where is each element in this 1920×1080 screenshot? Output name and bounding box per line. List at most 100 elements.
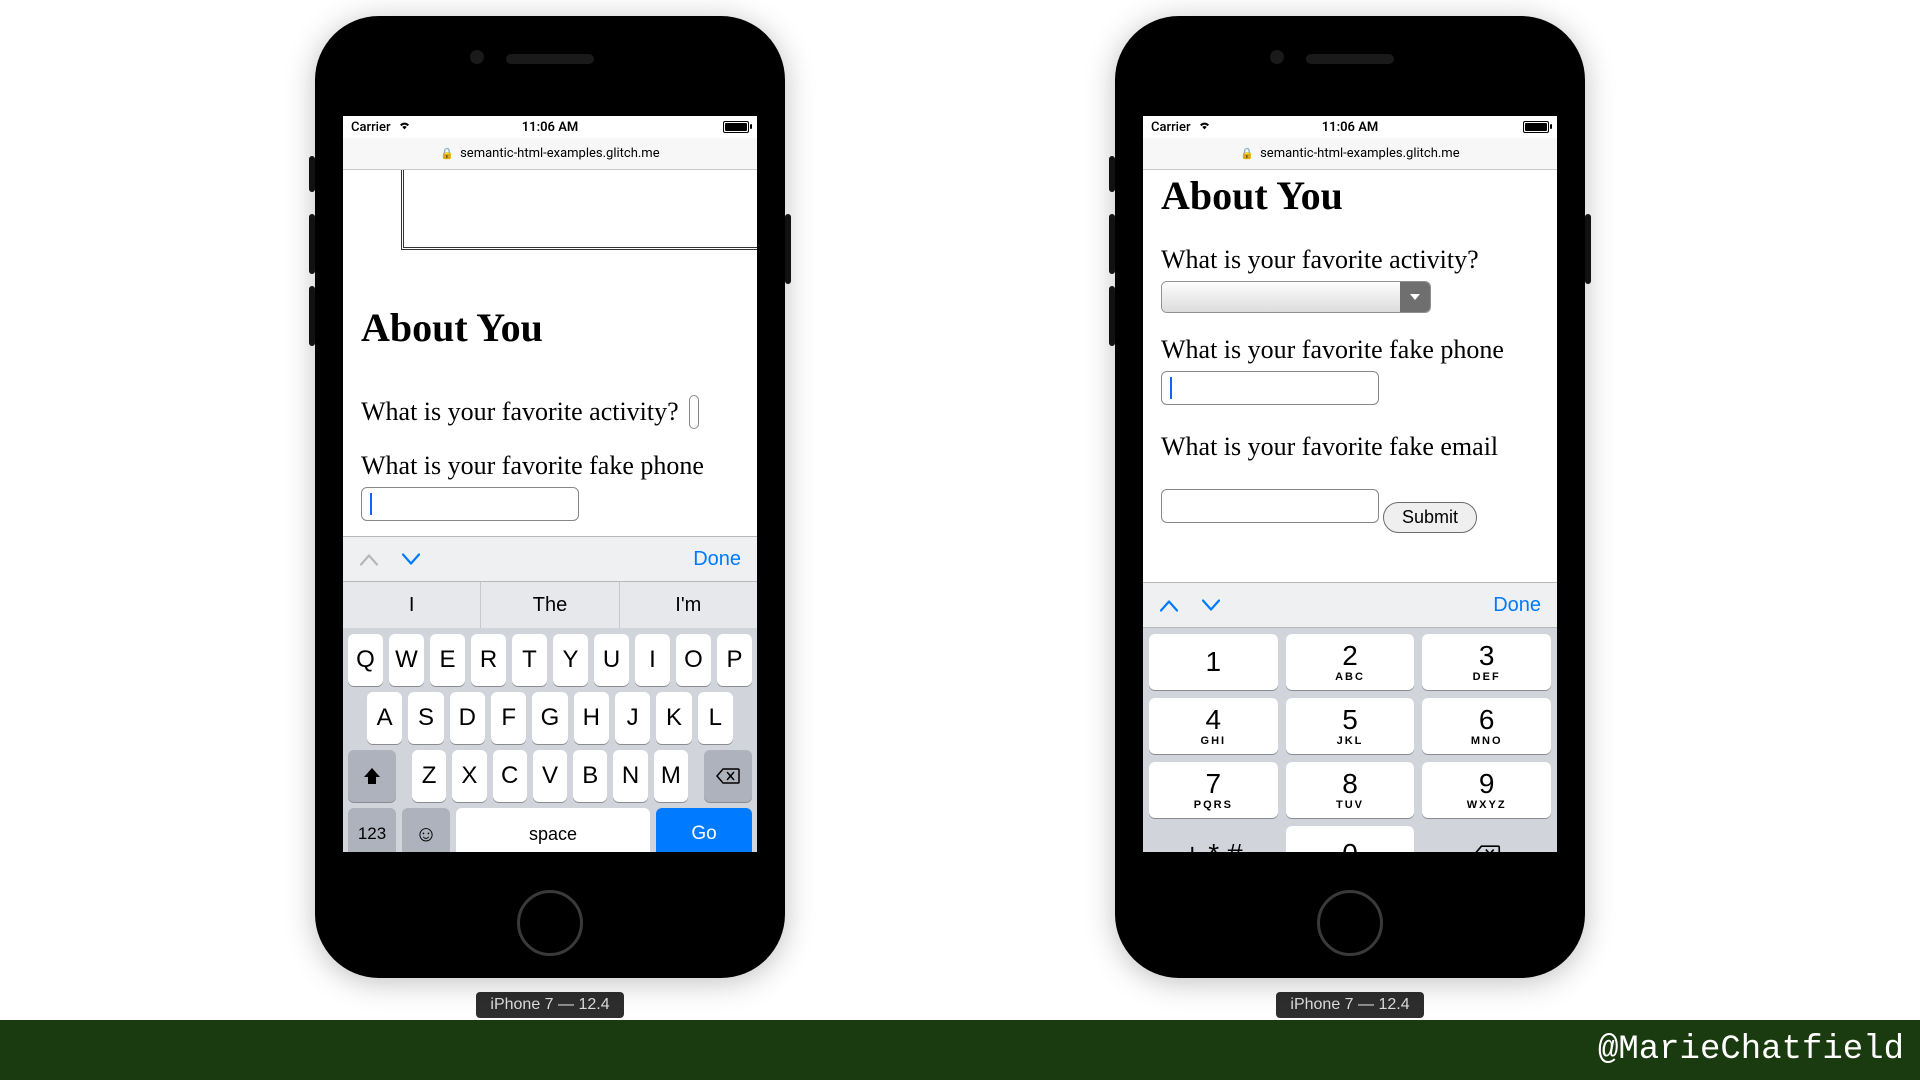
key-q[interactable]: Q	[348, 634, 383, 686]
key-o[interactable]: O	[676, 634, 711, 686]
key-7[interactable]: 7PQRS	[1149, 762, 1278, 818]
key-9[interactable]: 9WXYZ	[1422, 762, 1551, 818]
key-h[interactable]: H	[574, 692, 609, 744]
url-bar[interactable]: 🔒 semantic-html-examples.glitch.me	[343, 138, 757, 170]
phone-label: What is your favorite fake phone	[1161, 335, 1504, 365]
clock-label: 11:06 AM	[343, 120, 757, 135]
key-m[interactable]: M	[654, 750, 688, 802]
activity-label: What is your favorite activity?	[361, 397, 679, 427]
keyboard-accessory: Done	[343, 536, 757, 582]
phone-right: Carrier 11:06 AM 🔒 semantic-html-example…	[1115, 16, 1585, 1018]
email-label: What is your favorite fake email	[1161, 432, 1498, 462]
next-field-button[interactable]	[401, 549, 421, 569]
home-button[interactable]	[1317, 890, 1383, 956]
speaker	[1306, 54, 1394, 64]
numbers-key[interactable]: 123	[348, 808, 396, 852]
key-8[interactable]: 8TUV	[1286, 762, 1415, 818]
key-1[interactable]: 1	[1149, 634, 1278, 690]
qwerty-keyboard: I The I'm QWERTYUIOP ASDFGHJKL ZXCVBNM	[343, 582, 757, 852]
go-key[interactable]: Go	[656, 808, 752, 852]
volume-up-button[interactable]	[309, 214, 315, 274]
mute-switch[interactable]	[309, 156, 315, 192]
key-4[interactable]: 4GHI	[1149, 698, 1278, 754]
activity-input-clipped[interactable]	[689, 395, 699, 429]
key-v[interactable]: V	[533, 750, 567, 802]
key-e[interactable]: E	[430, 634, 465, 686]
key-x[interactable]: X	[452, 750, 486, 802]
prev-field-button[interactable]	[1159, 595, 1179, 615]
key-f[interactable]: F	[491, 692, 526, 744]
number-keyboard: 12ABC3DEF 4GHI5JKL6MNO 7PQRS8TUV9WXYZ + …	[1143, 628, 1557, 852]
backspace-key[interactable]	[704, 750, 752, 802]
device-label: iPhone 7 — 12.4	[476, 992, 623, 1018]
page-heading: About You	[1161, 172, 1539, 219]
url-text: semantic-html-examples.glitch.me	[1260, 146, 1460, 161]
key-2[interactable]: 2ABC	[1286, 634, 1415, 690]
url-bar[interactable]: 🔒 semantic-html-examples.glitch.me	[1143, 138, 1557, 170]
key-j[interactable]: J	[615, 692, 650, 744]
key-3[interactable]: 3DEF	[1422, 634, 1551, 690]
phone-left: Carrier 11:06 AM 🔒 semantic-html-example…	[315, 16, 785, 1018]
mute-switch[interactable]	[1109, 156, 1115, 192]
key-k[interactable]: K	[656, 692, 691, 744]
key-g[interactable]: G	[532, 692, 567, 744]
chevron-down-icon	[1400, 282, 1430, 312]
key-c[interactable]: C	[493, 750, 527, 802]
key-p[interactable]: P	[717, 634, 752, 686]
phone-label: What is your favorite fake phone	[361, 451, 704, 481]
suggestion-3[interactable]: I'm	[620, 582, 757, 628]
footer-handle: @MarieChatfield	[1598, 1031, 1904, 1069]
textarea-clipped[interactable]	[401, 170, 757, 250]
status-bar: Carrier 11:06 AM	[343, 116, 757, 138]
device-label: iPhone 7 — 12.4	[1276, 992, 1423, 1018]
key-i[interactable]: I	[635, 634, 670, 686]
lock-icon: 🔒	[440, 147, 454, 160]
email-input[interactable]	[1161, 489, 1379, 523]
status-bar: Carrier 11:06 AM	[1143, 116, 1557, 138]
page-heading: About You	[361, 304, 739, 351]
next-field-button[interactable]	[1201, 595, 1221, 615]
key-5[interactable]: 5JKL	[1286, 698, 1415, 754]
lock-icon: 🔒	[1240, 147, 1254, 160]
space-key[interactable]: space	[456, 808, 650, 852]
volume-down-button[interactable]	[1109, 286, 1115, 346]
key-b[interactable]: B	[573, 750, 607, 802]
key-w[interactable]: W	[389, 634, 424, 686]
volume-down-button[interactable]	[309, 286, 315, 346]
submit-button[interactable]: Submit	[1383, 502, 1477, 533]
suggestion-2[interactable]: The	[481, 582, 619, 628]
phone-input[interactable]	[1161, 371, 1379, 405]
key-u[interactable]: U	[594, 634, 629, 686]
key-z[interactable]: Z	[412, 750, 446, 802]
prev-field-button[interactable]	[359, 549, 379, 569]
battery-icon	[723, 121, 749, 133]
key-n[interactable]: N	[613, 750, 647, 802]
volume-up-button[interactable]	[1109, 214, 1115, 274]
symbols-key[interactable]: + * #	[1149, 826, 1278, 852]
key-l[interactable]: L	[698, 692, 733, 744]
clock-label: 11:06 AM	[1143, 120, 1557, 135]
key-r[interactable]: R	[471, 634, 506, 686]
key-a[interactable]: A	[367, 692, 402, 744]
key-6[interactable]: 6MNO	[1422, 698, 1551, 754]
activity-label: What is your favorite activity?	[1161, 245, 1479, 275]
home-button[interactable]	[517, 890, 583, 956]
done-button[interactable]: Done	[693, 548, 741, 571]
backspace-key[interactable]	[1422, 826, 1551, 852]
battery-icon	[1523, 121, 1549, 133]
shift-key[interactable]	[348, 750, 396, 802]
activity-dropdown[interactable]	[1161, 281, 1431, 313]
footer-bar: @MarieChatfield	[0, 1020, 1920, 1080]
key-t[interactable]: T	[512, 634, 547, 686]
done-button[interactable]: Done	[1493, 594, 1541, 617]
key-0[interactable]: 0	[1286, 826, 1415, 852]
key-y[interactable]: Y	[553, 634, 588, 686]
phone-input[interactable]	[361, 487, 579, 521]
power-button[interactable]	[1585, 214, 1591, 284]
key-s[interactable]: S	[408, 692, 443, 744]
keyboard-accessory: Done	[1143, 582, 1557, 628]
suggestion-1[interactable]: I	[343, 582, 481, 628]
emoji-key[interactable]: ☺	[402, 808, 450, 852]
key-d[interactable]: D	[450, 692, 485, 744]
power-button[interactable]	[785, 214, 791, 284]
